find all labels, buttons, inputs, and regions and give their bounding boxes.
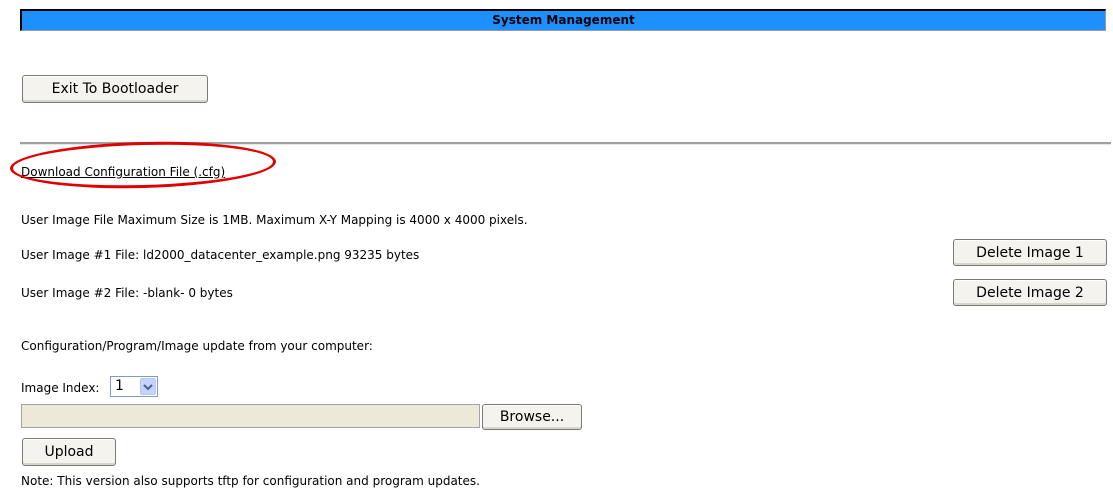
download-config-link[interactable]: Download Configuration File (.cfg) (21, 165, 225, 179)
upload-button[interactable]: Upload (22, 438, 116, 466)
tftp-note: Note: This version also supports tftp fo… (21, 474, 480, 488)
page-header: System Management (20, 9, 1106, 31)
image-index-value: 1 (115, 378, 124, 394)
image-index-label: Image Index: (21, 381, 100, 395)
browse-button[interactable]: Browse... (482, 404, 582, 430)
image-index-select[interactable]: 1 (110, 376, 158, 397)
user-image-1-info: User Image #1 File: ld2000_datacenter_ex… (21, 248, 420, 262)
update-instructions: Configuration/Program/Image update from … (21, 339, 373, 353)
max-size-info: User Image File Maximum Size is 1MB. Max… (21, 213, 528, 227)
chevron-down-icon[interactable] (140, 378, 156, 395)
file-path-input[interactable] (21, 404, 480, 428)
user-image-2-info: User Image #2 File: -blank- 0 bytes (21, 286, 233, 300)
delete-image-2-button[interactable]: Delete Image 2 (953, 279, 1107, 306)
delete-image-1-button[interactable]: Delete Image 1 (953, 239, 1107, 266)
exit-to-bootloader-button[interactable]: Exit To Bootloader (22, 75, 208, 103)
section-divider (20, 142, 1111, 145)
